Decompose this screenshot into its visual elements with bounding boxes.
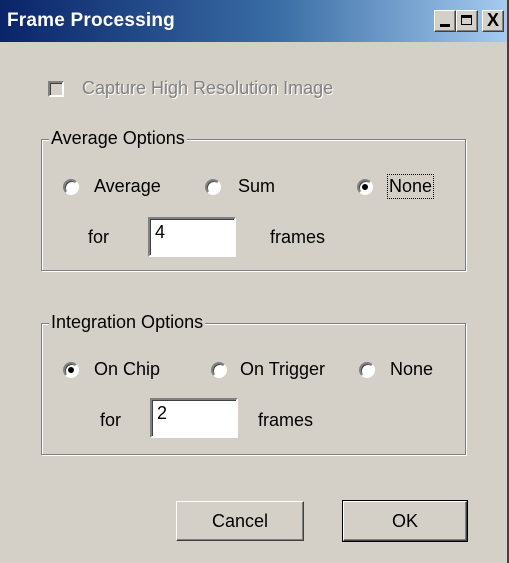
- average-radio-label: Average: [94, 176, 161, 196]
- average-for-label: for: [88, 227, 110, 247]
- integration-options-title: Integration Options: [49, 312, 206, 333]
- integration-for-label: for: [100, 410, 122, 430]
- on-trigger-radio-label: On Trigger: [240, 359, 326, 379]
- integration-none-radio-label: None: [390, 359, 434, 379]
- average-options-title: Average Options: [49, 128, 187, 149]
- integration-frames-input[interactable]: 2: [150, 398, 238, 438]
- average-none-radio-label: None: [386, 174, 435, 199]
- average-frames-label: frames: [270, 227, 326, 247]
- average-frames-input[interactable]: 4: [148, 217, 236, 257]
- maximize-button[interactable]: [456, 10, 478, 32]
- average-options-group: Average Options: [41, 128, 466, 271]
- frame-processing-dialog: Frame Processing X Capture High Resoluti…: [0, 0, 509, 563]
- capture-high-res-label: Capture High Resolution Image: [82, 78, 334, 98]
- ok-button[interactable]: OK: [342, 500, 468, 542]
- minimize-button[interactable]: [434, 10, 456, 32]
- close-icon: X: [486, 10, 499, 30]
- capture-high-res-checkbox[interactable]: [48, 81, 64, 97]
- average-none-radio[interactable]: [357, 179, 373, 195]
- sum-radio-label: Sum: [238, 176, 276, 196]
- integration-none-radio[interactable]: [359, 362, 375, 378]
- window-title: Frame Processing: [7, 10, 175, 31]
- on-trigger-radio[interactable]: [211, 362, 227, 378]
- cancel-button[interactable]: Cancel: [176, 501, 304, 541]
- radio-selected-dot: [362, 184, 368, 190]
- close-button[interactable]: X: [482, 10, 504, 32]
- maximize-icon: [461, 15, 472, 25]
- sum-radio[interactable]: [205, 179, 221, 195]
- title-bar[interactable]: Frame Processing X: [0, 0, 507, 42]
- radio-selected-dot: [68, 367, 74, 373]
- average-radio[interactable]: [63, 179, 79, 195]
- minimize-icon: [440, 24, 450, 27]
- on-chip-radio[interactable]: [63, 362, 79, 378]
- on-chip-radio-label: On Chip: [94, 359, 161, 379]
- integration-frames-label: frames: [258, 410, 314, 430]
- integration-options-group: Integration Options: [41, 312, 466, 455]
